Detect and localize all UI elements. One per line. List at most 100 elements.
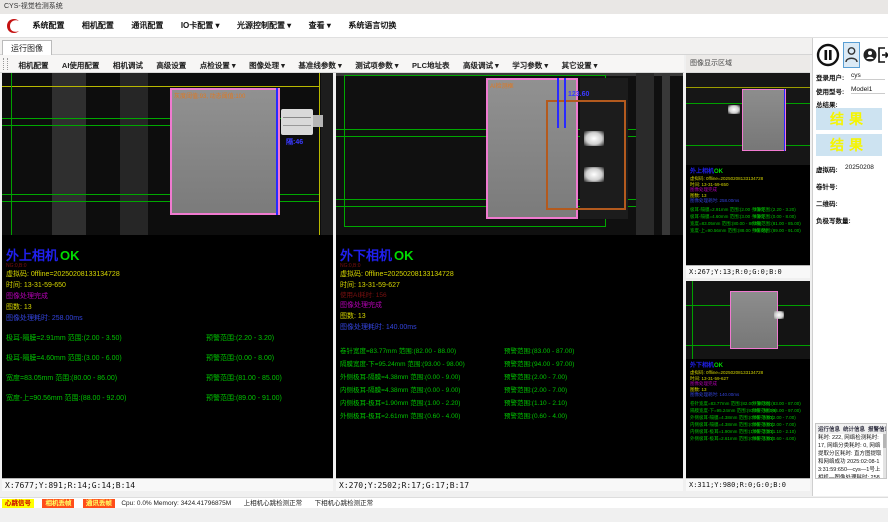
connector-part (281, 109, 313, 135)
tool-learning-params[interactable]: 学习参数 ▾ (512, 57, 548, 73)
menu-comm-config[interactable]: 通讯配置 (131, 14, 163, 38)
lower-camera-heartbeat-status: 下相机心跳检测正常 (315, 498, 374, 509)
write-count-label: 负极写数量: (816, 215, 851, 225)
measurement-row: 外侧极耳-极耳=2.61mm 范围:(0.60 - 4.00)预警范围:(0.6… (340, 410, 680, 423)
menu-language-switch[interactable]: 系统语言切换 (348, 14, 396, 38)
camera-result-ok: OK (60, 248, 80, 263)
mid-pixel-status: X:270;Y:2502;R:17;G:17;B:17 (336, 478, 683, 491)
tab-run-image[interactable]: 运行图像 (2, 40, 52, 56)
camera-name: 外上相机 (690, 169, 714, 175)
thumb-lower-image[interactable] (686, 281, 810, 359)
left-pixel-status: X:7677;Y:891;R:14;G:14;B:14 (2, 478, 333, 491)
measurement-row: 隔膜宽度-下=95.24mm 范围:(93.00 - 98.00)预警范围:(9… (340, 358, 680, 371)
info-scrollbar[interactable] (883, 432, 886, 478)
tool-image-processing[interactable]: 图像处理 ▾ (249, 57, 285, 73)
ai-box-label: AI检测框 (490, 81, 514, 90)
tool-advanced-settings[interactable]: 高级设置 (156, 57, 186, 73)
result-text: 结果 (830, 137, 868, 153)
cell-outline-pink (742, 89, 786, 151)
mid-camera-image[interactable]: AI检测框 123.60 (336, 73, 683, 235)
machine-column (662, 73, 670, 235)
right-sidebar: 登录用户: cys 使用型号: Model1 总结果: 结果 结果 虚拟码: 2… (812, 38, 888, 496)
machine-column (52, 73, 86, 235)
tool-other-settings[interactable]: 其它设置 ▾ (562, 57, 598, 73)
menu-view[interactable]: 查看 ▾ (309, 14, 331, 38)
measurement-row: 外侧极耳-隔膜=4.38mm 范围:(0.00 - 9.00)预警范围:(2.0… (340, 371, 680, 384)
edge-line-green (11, 73, 12, 235)
measure-value: 宽度-上=90.56mm 范围:(88.00 - 92.00) (6, 393, 126, 403)
measurement-row: 极耳-隔膜=4.60mm 范围:(3.00 - 6.00)预警范围:(0.00 … (6, 353, 330, 373)
threshold-overlay-label: 灰度阈值:93, 动态阈值:100 (174, 91, 245, 100)
frame-count-line: 图数: 13 (6, 302, 120, 313)
menu-system-config[interactable]: 系统配置 (32, 14, 64, 38)
left-result-block: 外上相机OK NG:0,B:0 虚拟码: 0ffline=20250208133… (6, 249, 120, 324)
thumb-upper-camera-panel[interactable]: 外上相机OK 虚拟码: 0ffline=20250208133134728 时间… (686, 73, 810, 278)
measure-value: 内侧极耳-隔膜=4.38mm 范围:(0.00 - 9.00) (340, 384, 460, 394)
connector-tail (313, 115, 323, 127)
thumb-upper-image[interactable] (686, 73, 810, 165)
camera-name: 外上相机 (6, 248, 58, 263)
virtual-code-label: 虚拟码: (816, 164, 838, 174)
gap-overlay-label: 隔:46 (286, 137, 303, 147)
time-line: 时间: 13-31-59-627 (340, 280, 454, 291)
tool-advanced-debug[interactable]: 高级调试 ▾ (463, 57, 499, 73)
tool-camera-debug[interactable]: 相机调试 (113, 57, 143, 73)
bottom-status-bar: 心跳信号 相机丢帧 通讯丢帧 Cpu: 0.0% Memory: 3424.41… (0, 497, 888, 508)
measure-value: 内侧极耳-极耳=1.90mm 范围:(1.00 - 2.20) (340, 397, 460, 407)
info-log-text: 耗时: 222, 网络检测耗时: 17, 网络分类耗时: 0, 网络提取分区耗时… (816, 434, 886, 479)
mid-result-block: 外下相机OK NG:0,B:0 虚拟码: 0ffline=20250208133… (340, 249, 454, 333)
user-login-button[interactable] (843, 42, 860, 68)
measure-line-blue (557, 78, 559, 128)
heartbeat-badge: 心跳信号 (2, 499, 34, 508)
tool-camera-config[interactable]: 相机配置 (18, 57, 48, 73)
tool-baseline-params[interactable]: 基准线参数 ▾ (298, 57, 341, 73)
warn-range: 预警范围:(89.00 - 91.00) (206, 393, 282, 403)
menu-io-config[interactable]: IO卡配置 ▾ (181, 14, 220, 38)
tool-spotcheck-settings[interactable]: 点检设置 ▾ (200, 57, 236, 73)
exit-button[interactable] (877, 42, 888, 68)
measure-value: 外侧极耳-极耳=2.61mm 范围:(0.60 - 4.00) (340, 410, 460, 420)
tool-ai-usage-config[interactable]: AI使用配置 (62, 57, 100, 73)
elapsed-line: 图像处理耗时: 140.00ms (340, 322, 454, 333)
process-done-line: 图像处理完成 (6, 291, 120, 302)
info-log-box: 运行信息统计信息报警信息 耗时: 222, 网络检测耗时: 17, 网络分类耗时… (815, 423, 887, 479)
left-camera-image[interactable]: 灰度阈值:93, 动态阈值:100 隔:46 (2, 73, 333, 235)
measurement-row: 内侧极耳-极耳=1.90mm 范围:(1.00 - 2.20) 预警范围:(1.1… (340, 397, 680, 410)
left-camera-panel: 灰度阈值:93, 动态阈值:100 隔:46 外上相机OK NG:0,B:0 虚… (2, 73, 333, 491)
menu-camera-config[interactable]: 相机配置 (82, 14, 114, 38)
result-box-lower: 结果 (816, 134, 882, 156)
toolbar: 相机配置 AI使用配置 相机调试 高级设置 点检设置 ▾ 图像处理 ▾ 基准线参… (0, 55, 684, 73)
warn-range: 预警范围:(1.10 - 2.10) (504, 397, 567, 407)
menu-light-config[interactable]: 光源控制配置 ▾ (237, 14, 291, 38)
cell-outline-pink: 灰度阈值:93, 动态阈值:100 (170, 88, 280, 215)
measurement-row: 极耳-隔膜=2.91mm 范围:(2.00 - 3.50)预警范围:(2.20 … (6, 333, 330, 353)
thumb-lower-camera-panel[interactable]: 外下相机OK 虚拟码: 0ffline=20250208133134728 时间… (686, 281, 810, 491)
info-tab-run[interactable]: 运行信息 (818, 427, 840, 433)
warn-range: 预警范围:(2.00 - 7.00) (504, 371, 567, 381)
machine-column (636, 73, 654, 235)
warn-range: 预警范围:(81.00 - 85.00) (206, 373, 282, 383)
qr-code-label: 二维码: (816, 198, 838, 208)
info-tabs: 运行信息统计信息报警信息 (816, 424, 886, 434)
info-tab-stats[interactable]: 统计信息 (843, 427, 865, 433)
left-measurement-list: 极耳-隔膜=2.91mm 范围:(2.00 - 3.50)预警范围:(2.20 … (6, 333, 330, 413)
upper-camera-heartbeat-status: 上相机心跳检测正常 (244, 498, 303, 509)
user-settings-button[interactable] (862, 42, 877, 68)
cpu-memory-status: Cpu: 0.0% Memory: 3424.41796875M (121, 498, 231, 509)
measure-value: 卷针宽度=83.77mm 范围:(82.00 - 88.00) (340, 345, 456, 355)
result-box-upper: 结果 (816, 108, 882, 130)
process-done-line: 图像处理完成 (340, 300, 454, 311)
thumb-area-header: 图像显示区域 (686, 55, 810, 73)
toolbar-grip[interactable] (3, 58, 8, 70)
pause-button[interactable] (815, 42, 841, 68)
tool-plc-address-table[interactable]: PLC地址表 (412, 57, 450, 73)
login-user-label: 登录用户: (816, 72, 844, 82)
cell-outline-pink (730, 291, 778, 349)
tool-test-params[interactable]: 测试项参数 ▾ (355, 57, 398, 73)
warn-range: 预警范围:(94.00 - 97.00) (504, 358, 574, 368)
virtual-code-line: 虚拟码: 0ffline=20250208133134728 (690, 370, 763, 376)
window-title: CYS-视觉检测系统 (0, 0, 888, 14)
warn-range: 预警范围:(83.00 - 87.00) (504, 345, 574, 355)
virtual-code-line: 虚拟码: 0ffline=20250208133134728 (690, 176, 763, 182)
thumb-upper-pixel-status: X:267;Y:13;R:0;G:0;B:0 (686, 265, 810, 278)
